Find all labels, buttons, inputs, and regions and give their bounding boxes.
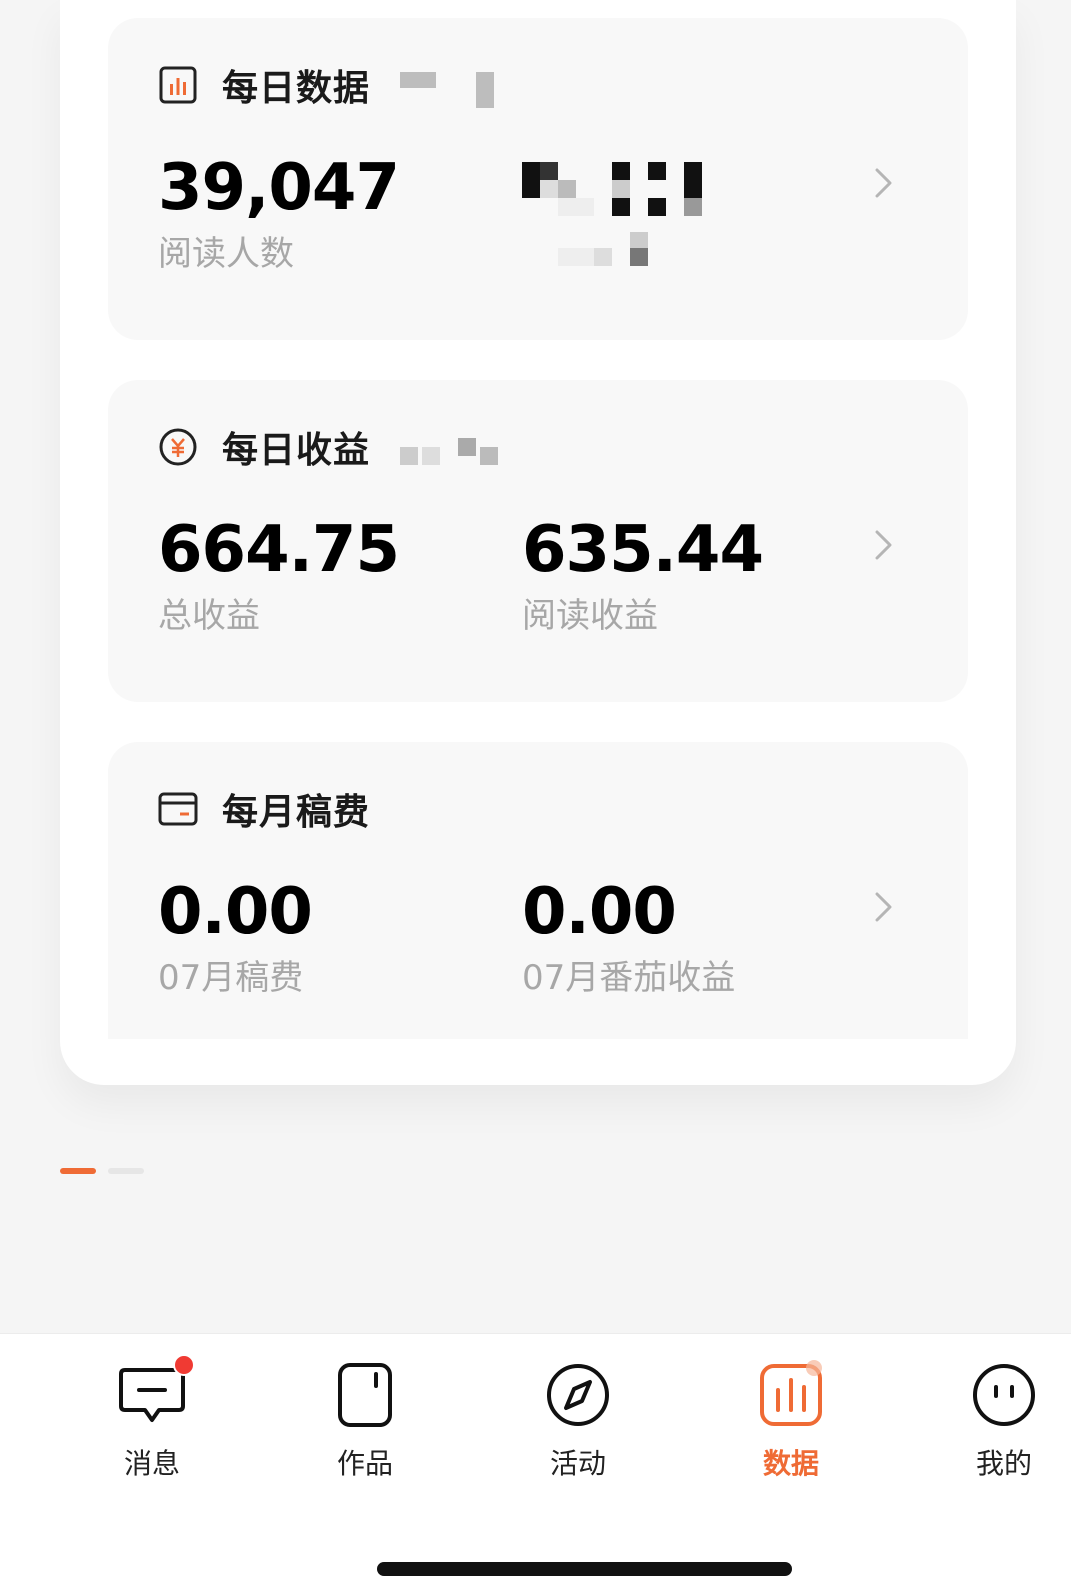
card-title: 每日数据 — [222, 68, 371, 109]
tab-label: 活动 — [549, 1447, 606, 1480]
tab-works[interactable]: 作品 — [305, 1360, 425, 1482]
page-indicator — [60, 1168, 144, 1174]
pixelated-redaction-metric — [522, 148, 712, 272]
yuan-coin-icon — [158, 427, 198, 467]
fanqie-earnings-label: 07月番茄收益 — [522, 958, 736, 998]
unread-badge — [173, 1354, 195, 1376]
daily-earnings-card[interactable]: 每日收益 664.75 总收益 635.44 阅读收益 — [108, 380, 968, 702]
tab-messages[interactable]: 消息 — [92, 1354, 212, 1482]
reader-count-metric: 39,047 阅读人数 — [158, 148, 400, 276]
bar-chart-icon — [158, 65, 198, 105]
total-earnings-metric: 664.75 总收益 — [158, 510, 400, 638]
chevron-right-icon[interactable] — [866, 528, 900, 562]
message-icon — [117, 1354, 195, 1430]
tab-label: 我的 — [975, 1447, 1032, 1480]
fanqie-earnings-value: 0.00 — [522, 875, 677, 949]
data-chart-icon — [756, 1360, 826, 1430]
reader-count-label: 阅读人数 — [158, 234, 294, 274]
tab-data[interactable]: 数据 — [731, 1360, 851, 1482]
page-dot — [108, 1168, 144, 1174]
wallet-card-icon — [158, 789, 198, 829]
works-icon — [330, 1360, 400, 1430]
tab-label: 作品 — [336, 1447, 393, 1480]
compass-icon — [543, 1360, 613, 1430]
tab-label: 数据 — [762, 1447, 819, 1480]
monthly-fee-label: 07月稿费 — [158, 958, 304, 998]
pixelated-redaction — [400, 62, 495, 108]
home-indicator[interactable] — [377, 1562, 792, 1576]
monthly-fee-value: 0.00 — [158, 875, 313, 949]
monthly-fee-metric: 0.00 07月稿费 — [158, 872, 313, 1000]
reading-earnings-value: 635.44 — [522, 513, 764, 587]
card-header: 每日收益 — [158, 424, 499, 471]
pixelated-redaction — [400, 429, 499, 465]
chevron-right-icon[interactable] — [866, 166, 900, 200]
tab-profile[interactable]: 我的 — [944, 1360, 1064, 1482]
chevron-right-icon[interactable] — [866, 890, 900, 924]
card-header: 每日数据 — [158, 62, 495, 109]
reading-earnings-label: 阅读收益 — [522, 596, 658, 636]
fanqie-earnings-metric: 0.00 07月番茄收益 — [522, 872, 735, 1000]
tab-activities[interactable]: 活动 — [518, 1360, 638, 1482]
daily-data-card[interactable]: 每日数据 39,047 阅读人数 — [108, 18, 968, 340]
bottom-tab-bar: 消息 作品 活动 数据 我的 — [0, 1333, 1071, 1596]
monthly-fees-card[interactable]: 每月稿费 0.00 07月稿费 0.00 07月番茄收益 — [108, 742, 968, 1039]
reading-earnings-metric: 635.44 阅读收益 — [522, 510, 764, 638]
pixelated-redaction-block — [522, 162, 702, 266]
reader-count-value: 39,047 — [158, 151, 400, 225]
total-earnings-label: 总收益 — [158, 596, 260, 636]
card-title: 每月稿费 — [222, 792, 371, 833]
profile-face-icon — [969, 1360, 1039, 1430]
card-title: 每日收益 — [222, 430, 371, 471]
tab-label: 消息 — [123, 1447, 180, 1480]
page-dot-active — [60, 1168, 96, 1174]
card-header: 每月稿费 — [158, 786, 371, 833]
total-earnings-value: 664.75 — [158, 513, 400, 587]
